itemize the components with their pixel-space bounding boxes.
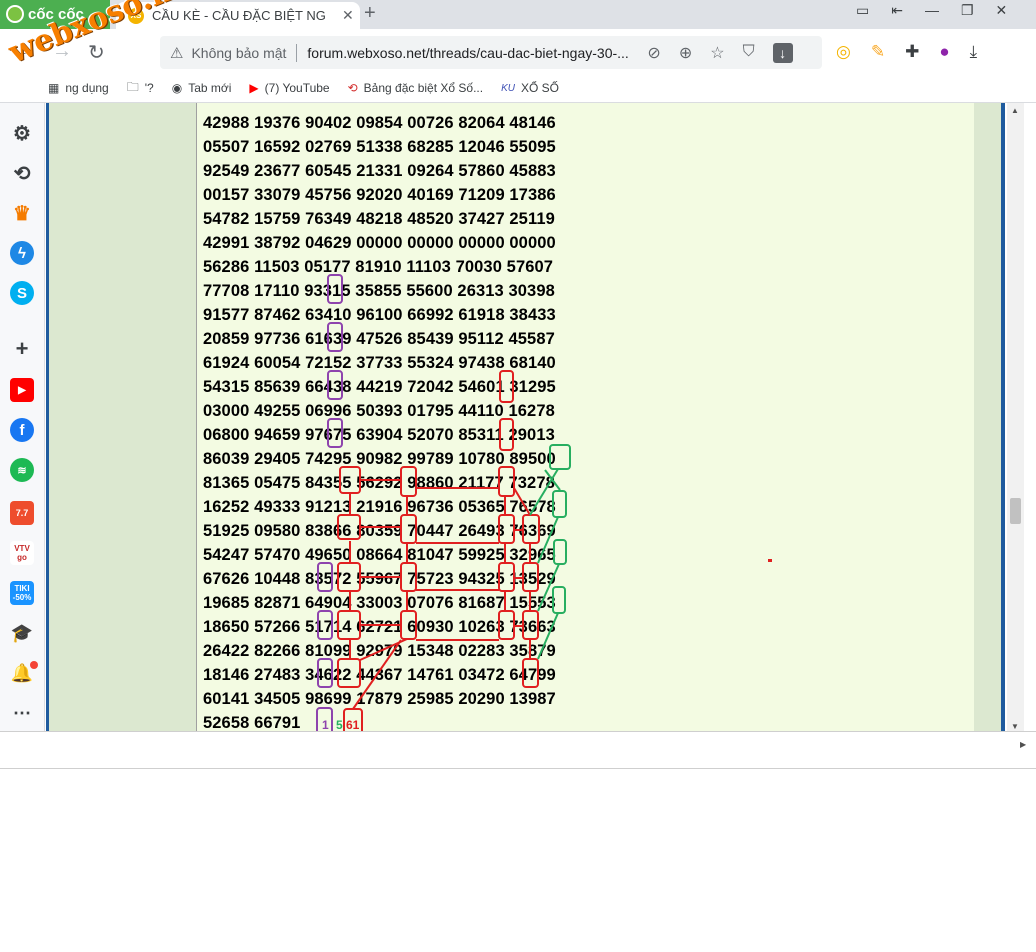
purple-highlight-box (327, 370, 343, 400)
red-highlight-box (522, 514, 540, 544)
red-highlight-box (337, 514, 361, 540)
red-highlight-box (522, 610, 539, 640)
purple-highlight-box (327, 322, 343, 352)
red-highlight-box (499, 370, 514, 403)
red-highlight-box (499, 418, 514, 451)
red-dot-mark (768, 559, 772, 562)
horizontal-scrollbar[interactable] (0, 731, 1036, 769)
purple-highlight-box (327, 418, 343, 448)
green-prediction-text: 5 (336, 718, 343, 732)
green-highlight-box (553, 539, 567, 565)
red-highlight-box (498, 514, 515, 544)
green-highlight-box (549, 444, 571, 470)
red-highlight-box (522, 658, 539, 688)
red-highlight-box (498, 466, 515, 497)
red-highlight-box (498, 610, 515, 640)
red-connector-line (513, 487, 531, 516)
green-highlight-box (552, 490, 567, 518)
red-highlight-box (400, 562, 417, 592)
red-highlight-box (522, 562, 539, 592)
purple-highlight-box (317, 658, 333, 688)
red-highlight-box (400, 610, 417, 640)
bridge-annotations: 1 5 61 (316, 274, 571, 742)
green-connector-line (537, 612, 559, 660)
red-highlight-box (498, 562, 515, 592)
red-highlight-box (337, 658, 361, 688)
green-highlight-box (552, 586, 566, 614)
red-highlight-box (339, 466, 361, 494)
red-prediction-text: 61 (346, 718, 360, 732)
red-highlight-box (400, 466, 417, 497)
purple-highlight-box (317, 562, 333, 592)
red-highlight-box (337, 562, 361, 592)
red-highlight-box (337, 610, 361, 640)
scroll-right-icon[interactable]: ▶ (1020, 740, 1026, 749)
purple-highlight-box (327, 274, 343, 304)
red-highlight-box (400, 514, 417, 544)
purple-highlight-box (317, 610, 333, 640)
purple-prediction-text: 1 (322, 718, 329, 732)
